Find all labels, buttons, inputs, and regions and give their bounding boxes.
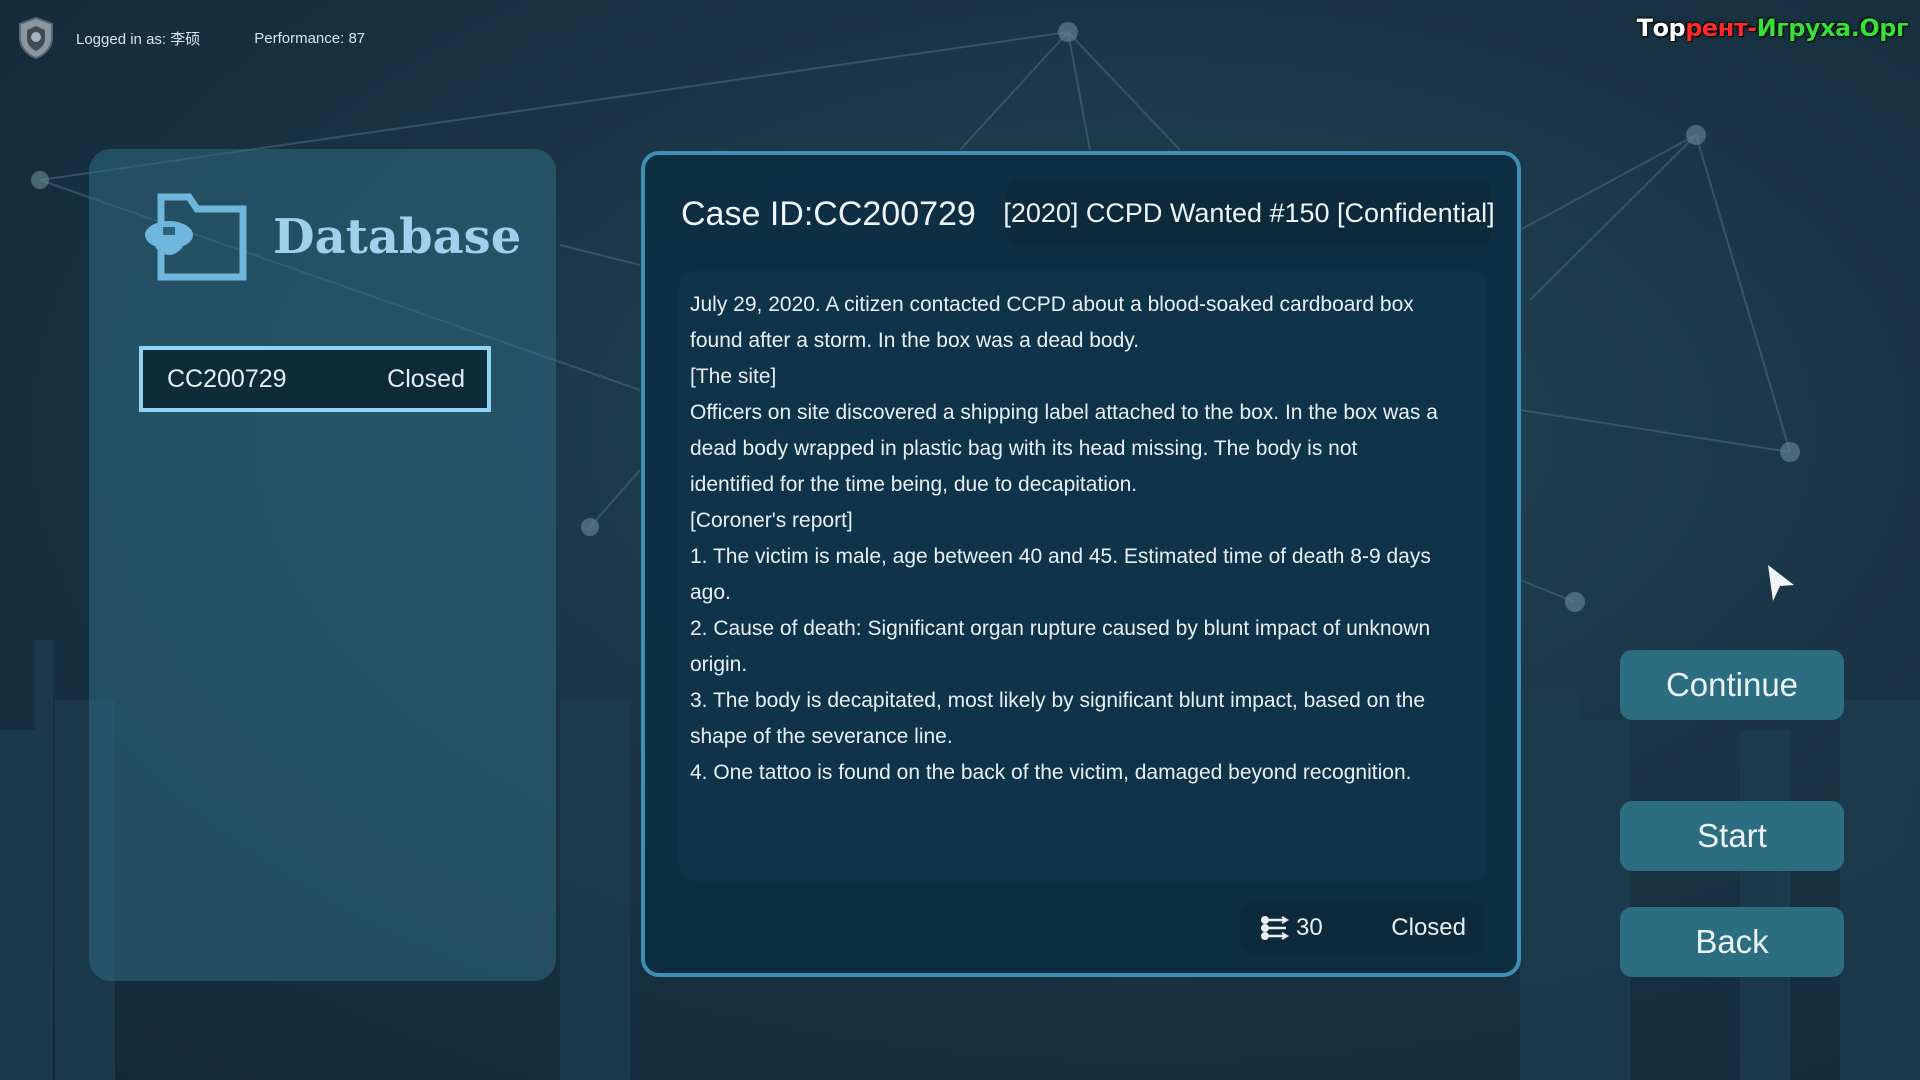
case-id-label: Case ID:CC200729 [681,195,976,233]
start-button[interactable]: Start [1620,801,1844,871]
watermark-part: рент- [1685,14,1757,42]
database-header: Database [139,191,521,283]
report-line: July 29, 2020. A citizen contacted CCPD … [690,293,1414,316]
watermark-part: .Орг [1850,14,1909,42]
watermark-part: Тор [1636,14,1686,42]
watermark-part: Игруха [1756,14,1852,42]
case-detail-panel: Case ID:CC200729 [2020] CCPD Wanted #150… [641,151,1521,977]
mouse-cursor-icon [1768,565,1794,601]
report-line: 2. Cause of death: Significant organ rup… [690,617,1431,640]
watermark-logo: Торрент-Игруха.Орг [1636,14,1909,42]
report-line: 4. One tattoo is found on the back of th… [690,761,1412,784]
database-panel: Database CC200729 Closed [89,149,556,981]
case-list-id: CC200729 [167,364,287,393]
report-line: dead body wrapped in plastic bag with it… [690,437,1358,460]
back-button[interactable]: Back [1620,907,1844,977]
report-line: [The site] [690,365,777,388]
links-icon [1261,916,1289,940]
report-line: [Coroner's report] [690,509,853,532]
report-line: 3. The body is decapitated, most likely … [690,689,1426,712]
continue-button[interactable]: Continue [1620,650,1844,720]
police-badge-icon [19,16,53,60]
case-count: 30 [1296,914,1323,941]
report-line: Officers on site discovered a shipping l… [690,401,1438,424]
report-line: origin. [690,653,748,676]
database-title: Database [273,209,522,265]
case-list-item[interactable]: CC200729 Closed [139,346,491,412]
top-bar: Logged in as: 李硕 Performance: 87 [16,16,365,60]
report-line: identified for the time being, due to de… [690,473,1138,496]
report-line: ago. [690,581,731,604]
performance-label: Performance: 87 [254,29,366,47]
case-title: [2020] CCPD Wanted #150 [Confidential] [1003,179,1495,247]
case-footer: 30 Closed [1240,903,1484,953]
case-status: Closed [1391,914,1466,941]
case-report: July 29, 2020. A citizen contacted CCPD … [679,271,1487,881]
report-line: found after a storm. In the box was a de… [690,329,1140,352]
case-list-status: Closed [387,364,465,393]
police-folder-icon [145,193,247,281]
report-line: shape of the severance line. [690,725,953,748]
report-line: 1. The victim is male, age between 40 an… [690,545,1431,568]
logged-in-label: Logged in as: 李硕 [76,30,201,48]
